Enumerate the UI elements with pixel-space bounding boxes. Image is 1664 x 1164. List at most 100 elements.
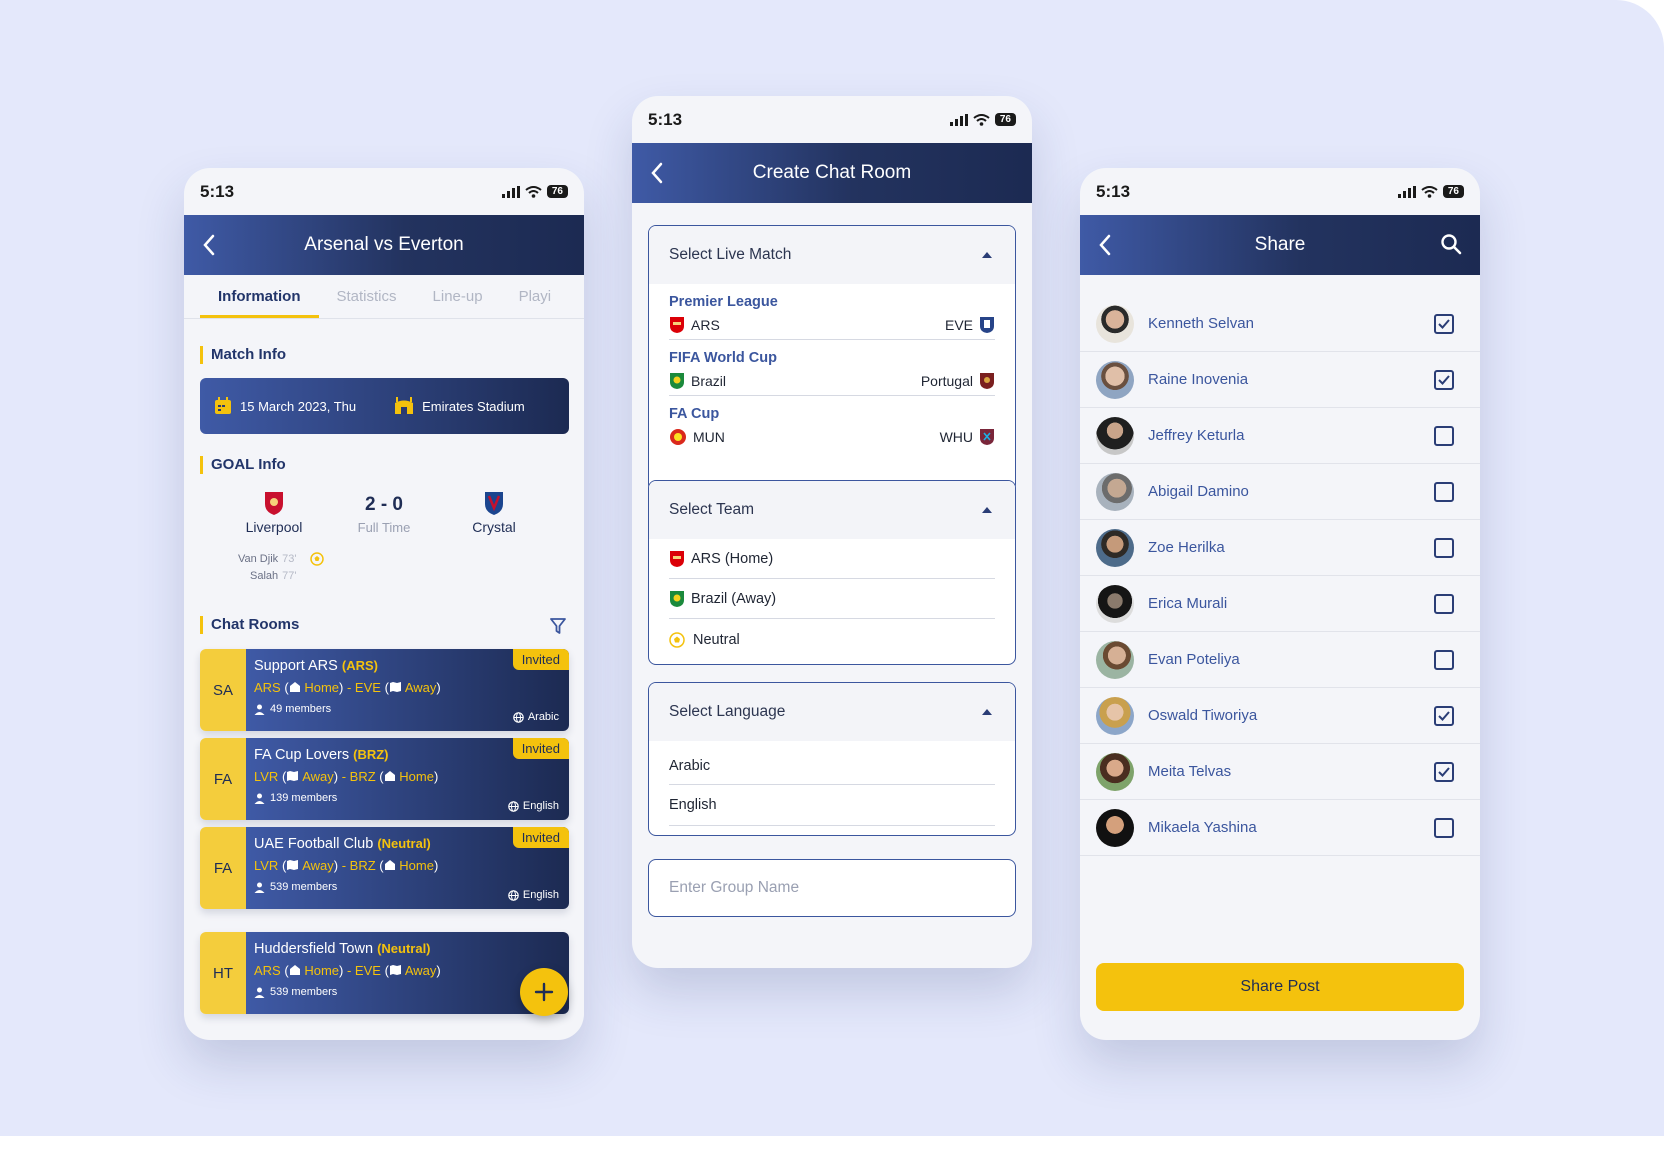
avatar	[1096, 528, 1134, 567]
home-icon	[289, 682, 300, 692]
user-icon	[254, 704, 265, 715]
scorer-row: Salah 77'	[250, 570, 297, 582]
chat-room-card[interactable]: FA FA Cup Lovers (BRZ) LVR ( Away) - BRZ…	[200, 738, 569, 820]
create-chat-room-screen: 5:13 76 Create Chat Room Select Live Mat…	[632, 96, 1032, 968]
home-icon	[384, 860, 395, 870]
caret-up-icon	[982, 709, 992, 715]
football-icon	[309, 552, 324, 566]
language-dropdown-header[interactable]: Select Language	[649, 683, 1015, 741]
score-block: 2 - 0 Full Time	[324, 494, 444, 535]
contact-name: Oswald Tiworiya	[1148, 707, 1258, 724]
battery-icon: 76	[546, 185, 568, 198]
contact-row[interactable]: Abigail Damino	[1080, 464, 1480, 520]
contact-row[interactable]: Jeffrey Keturla	[1080, 408, 1480, 464]
brazil-crest-icon	[670, 372, 684, 389]
room-abbr: SA	[200, 649, 246, 731]
contact-row[interactable]: Raine Inovenia	[1080, 352, 1480, 408]
signal-icon	[501, 185, 520, 198]
league-option[interactable]: FA Cup MUN WHU	[649, 396, 1015, 452]
back-arrow-icon[interactable]	[1098, 233, 1112, 257]
app-bar: Create Chat Room	[632, 143, 1032, 203]
score-row: Liverpool 2 - 0 Full Time Crystal	[184, 490, 584, 540]
contact-row[interactable]: Kenneth Selvan	[1080, 296, 1480, 352]
signal-icon	[949, 113, 968, 126]
contact-row[interactable]: Zoe Herilka	[1080, 520, 1480, 576]
room-name: Huddersfield Town	[254, 941, 374, 957]
away-team-code: WHU	[939, 429, 973, 445]
back-arrow-icon[interactable]	[202, 233, 216, 257]
live-match-dropdown-header[interactable]: Select Live Match	[649, 226, 1015, 284]
page-title: Share	[1254, 234, 1306, 255]
share-post-button[interactable]: Share Post	[1096, 963, 1464, 1011]
team-dropdown-header[interactable]: Select Team	[649, 481, 1015, 539]
contact-checkbox[interactable]	[1434, 425, 1454, 446]
language-dropdown[interactable]: Select Language Arabic English	[648, 682, 1016, 836]
app-bar: Arsenal vs Everton	[184, 215, 584, 275]
contact-name: Abigail Damino	[1148, 483, 1249, 500]
language-option-arabic[interactable]: Arabic	[669, 741, 995, 785]
tab-playing[interactable]: Playi	[501, 275, 570, 318]
contact-row[interactable]: Meita Telvas	[1080, 744, 1480, 800]
tab-statistics[interactable]: Statistics	[319, 275, 415, 318]
avatar	[1096, 360, 1134, 399]
battery-icon: 76	[1442, 185, 1464, 198]
search-icon[interactable]	[1440, 233, 1462, 255]
contact-checkbox[interactable]	[1434, 705, 1454, 726]
contact-row[interactable]: Evan Poteliya	[1080, 632, 1480, 688]
filter-icon[interactable]	[550, 618, 566, 634]
avatar	[1096, 752, 1134, 791]
avatar	[1096, 472, 1134, 511]
invited-badge: Invited	[512, 649, 569, 670]
stadium-name: Emirates Stadium	[422, 398, 525, 414]
team-dropdown[interactable]: Select Team ARS (Home) Brazil (Away) Neu…	[648, 480, 1016, 665]
contact-name: Raine Inovenia	[1148, 371, 1249, 388]
match-date: 15 March 2023, Thu	[240, 398, 357, 414]
add-chat-room-button[interactable]	[520, 968, 568, 1016]
contact-checkbox[interactable]	[1434, 761, 1454, 782]
language-option-english[interactable]: English	[669, 785, 995, 826]
check-icon	[1438, 374, 1450, 385]
team-option-home[interactable]: ARS (Home)	[669, 539, 995, 579]
contact-checkbox[interactable]	[1434, 313, 1454, 334]
contact-row[interactable]: Erica Murali	[1080, 576, 1480, 632]
team-option-away[interactable]: Brazil (Away)	[669, 579, 995, 619]
league-name: Premier League	[669, 294, 778, 310]
league-name: FA Cup	[669, 406, 720, 422]
room-language: English	[522, 800, 559, 812]
contact-checkbox[interactable]	[1434, 537, 1454, 558]
league-option[interactable]: FIFA World Cup Brazil Portugal	[649, 340, 1015, 396]
football-icon	[669, 632, 685, 648]
contact-checkbox[interactable]	[1434, 593, 1454, 614]
chat-room-card[interactable]: FA UAE Football Club (Neutral) LVR ( Awa…	[200, 827, 569, 909]
match-info-card: 15 March 2023, Thu Emirates Stadium	[200, 378, 569, 434]
live-match-label: Select Live Match	[669, 246, 792, 263]
contact-row[interactable]: Oswald Tiworiya	[1080, 688, 1480, 744]
live-match-dropdown[interactable]: Select Live Match Premier League ARS EVE…	[648, 225, 1016, 492]
crystal-palace-crest-icon	[485, 492, 503, 515]
map-icon	[389, 965, 401, 975]
man-utd-crest-icon	[670, 429, 686, 445]
league-name: FIFA World Cup	[669, 350, 777, 366]
group-name-input[interactable]: Enter Group Name	[648, 859, 1016, 917]
contact-row[interactable]: Mikaela Yashina	[1080, 800, 1480, 856]
contact-checkbox[interactable]	[1434, 817, 1454, 838]
avatar	[1096, 808, 1134, 847]
portugal-crest-icon	[980, 372, 994, 389]
contact-checkbox[interactable]	[1434, 649, 1454, 670]
arsenal-crest-icon	[670, 550, 684, 567]
globe-icon	[513, 711, 524, 723]
contact-name: Meita Telvas	[1148, 763, 1232, 780]
contact-checkbox[interactable]	[1434, 481, 1454, 502]
contact-checkbox[interactable]	[1434, 369, 1454, 390]
match-details-screen: 5:13 76 Arsenal vs Everton Information S…	[184, 168, 584, 1040]
tab-line-up[interactable]: Line-up	[415, 275, 501, 318]
room-teams: LVR ( Away) - BRZ ( Home)	[254, 858, 439, 873]
chat-room-card[interactable]: SA Support ARS (ARS) ARS ( Home) - EVE (…	[200, 649, 569, 731]
tab-bar: Information Statistics Line-up Playi	[184, 275, 584, 319]
league-option[interactable]: Premier League ARS EVE	[649, 284, 1015, 340]
chat-room-card[interactable]: HT Huddersfield Town (Neutral) ARS ( Hom…	[200, 932, 569, 1014]
back-arrow-icon[interactable]	[650, 161, 664, 185]
home-team-code: MUN	[693, 429, 725, 445]
team-option-neutral[interactable]: Neutral	[669, 619, 995, 661]
tab-information[interactable]: Information	[200, 275, 319, 318]
